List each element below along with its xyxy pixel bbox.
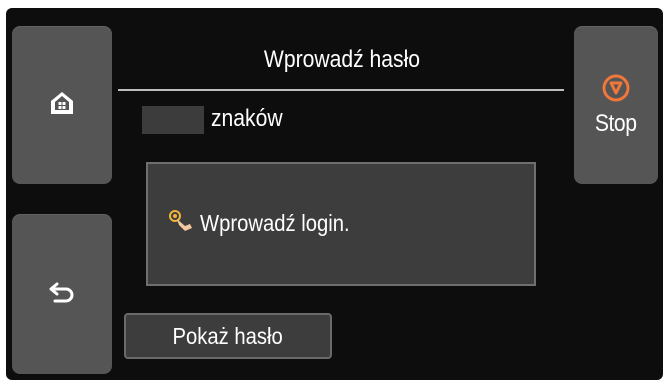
home-icon [49, 90, 75, 121]
message-text: Wprowadź login. [200, 210, 350, 236]
stop-button[interactable]: Stop [574, 26, 658, 184]
show-password-button[interactable]: Pokaż hasło [124, 313, 332, 359]
char-count-label: znaków [211, 105, 283, 132]
finger-tap-icon [168, 210, 194, 237]
stop-button-label: Stop [595, 109, 637, 137]
back-button[interactable] [12, 214, 112, 374]
message-panel: Wprowadź login. [146, 162, 536, 286]
page-title: Wprowadź hasło [263, 46, 421, 73]
home-button[interactable] [12, 26, 112, 184]
message-row: Wprowadź login. [168, 210, 370, 237]
back-arrow-icon [48, 281, 76, 308]
printer-panel-screen: Stop Wprowadź hasło znaków Wprowadź logi… [6, 8, 663, 380]
title-divider [118, 89, 564, 91]
password-length-field [142, 106, 204, 134]
show-password-label: Pokaż hasło [172, 322, 284, 349]
stop-icon [601, 73, 631, 108]
